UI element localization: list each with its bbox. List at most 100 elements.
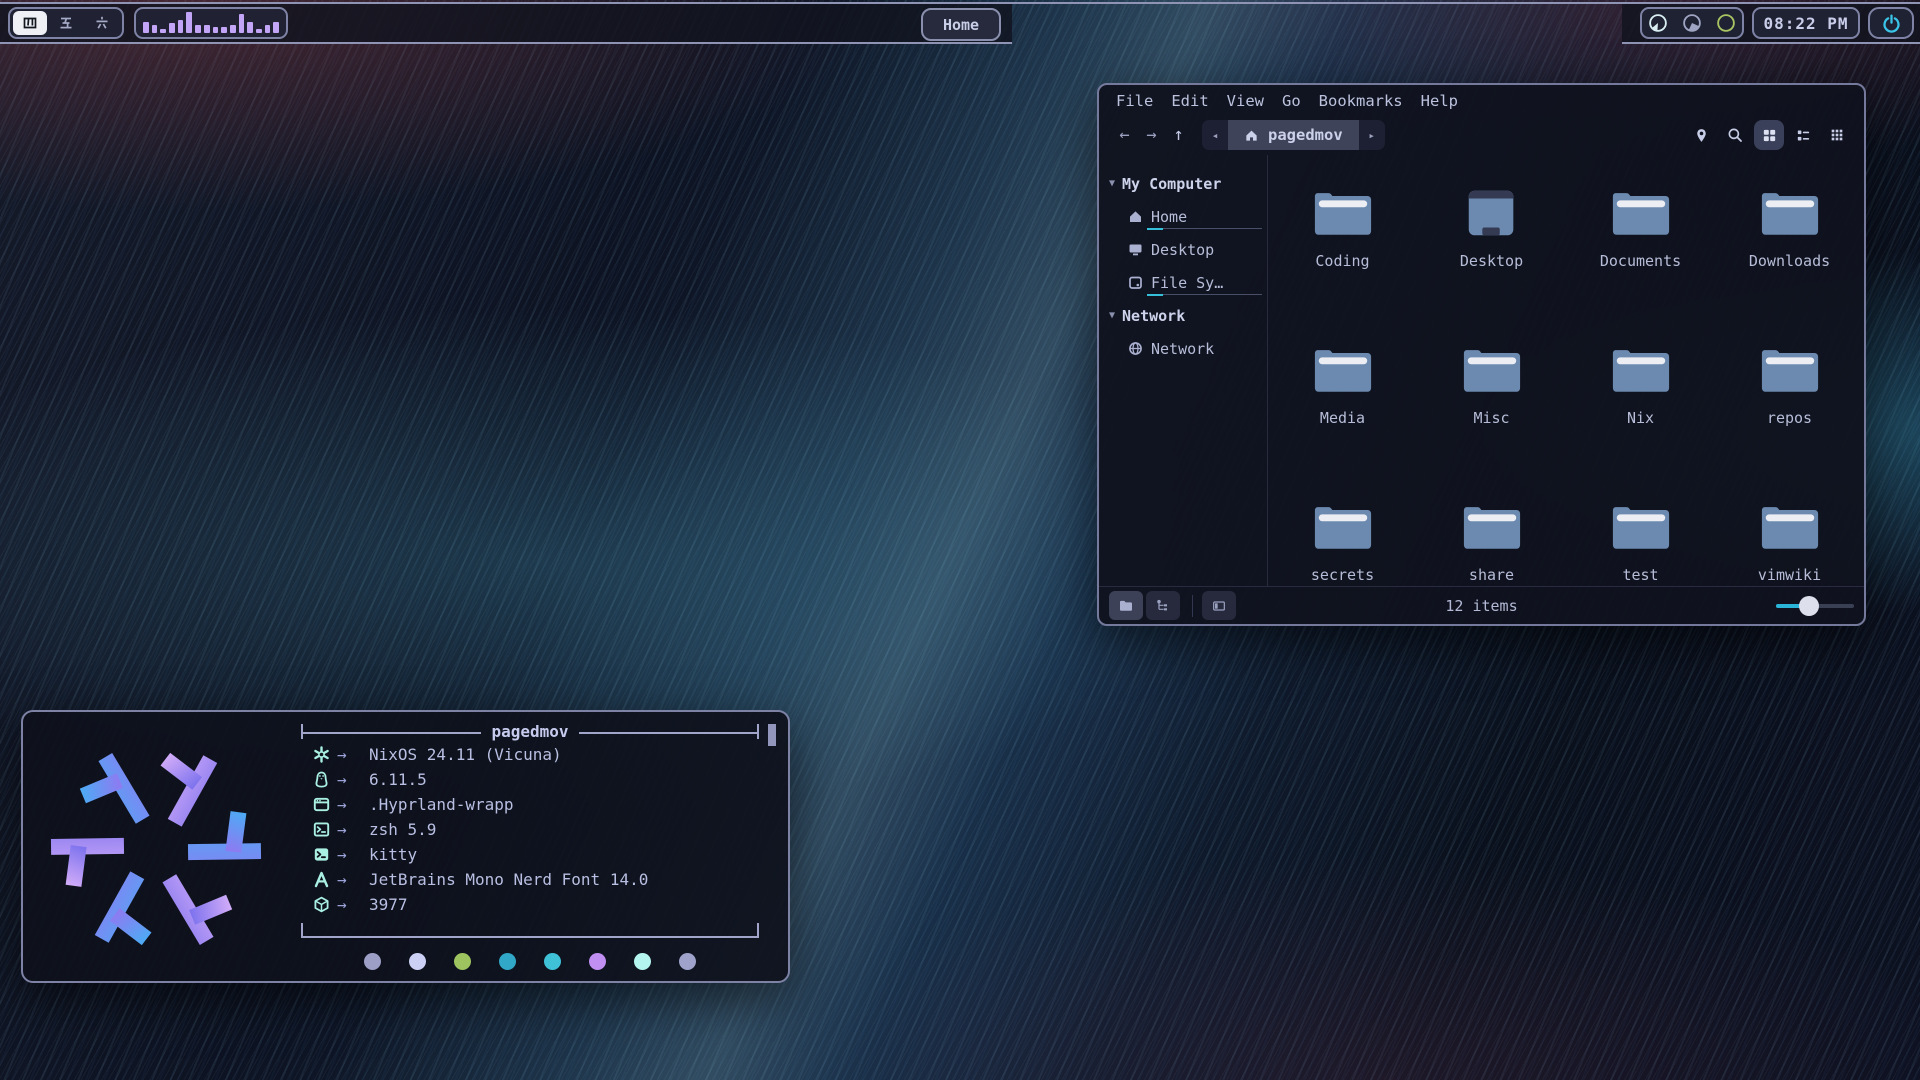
statusbar: 12 items (1099, 586, 1864, 624)
folder-nix[interactable]: Nix (1566, 345, 1715, 502)
folder-icon (1759, 188, 1821, 238)
folder-icon (1461, 345, 1523, 395)
fastfetch-row: →kitty (301, 842, 759, 867)
folder-secrets[interactable]: secrets (1268, 502, 1417, 659)
folder-label: Desktop (1460, 252, 1523, 270)
icon-view-button[interactable] (1754, 120, 1784, 150)
arrow-icon: → (337, 770, 369, 789)
folder-repos[interactable]: repos (1715, 345, 1864, 502)
home-icon (1244, 128, 1259, 143)
folder-test[interactable]: test (1566, 502, 1715, 659)
folder-downloads[interactable]: Downloads (1715, 188, 1864, 345)
sidebar-section-my-computer[interactable]: ▼My Computer (1099, 167, 1267, 200)
fastfetch-host-title: pagedmov (491, 723, 568, 741)
sidebar-item-network[interactable]: Network (1099, 332, 1267, 365)
visualizer-bar (195, 25, 201, 33)
fastfetch-row: →NixOS 24.11 (Vicuna) (301, 742, 759, 767)
menu-edit[interactable]: Edit (1162, 91, 1217, 111)
power-icon (1881, 13, 1902, 34)
visualizer-bar (265, 25, 271, 33)
list-view-button[interactable] (1788, 120, 1818, 150)
folder-label: share (1469, 566, 1514, 584)
menu-view[interactable]: View (1218, 91, 1273, 111)
folder-icon (1759, 345, 1821, 395)
workspace-1[interactable] (13, 11, 47, 35)
arrow-icon: → (337, 870, 369, 889)
back-button[interactable]: ← (1111, 125, 1138, 145)
visualizer-bar (169, 23, 175, 33)
palette-dot (499, 953, 516, 970)
menu-help[interactable]: Help (1412, 91, 1467, 111)
folder-misc[interactable]: Misc (1417, 345, 1566, 502)
palette-dot (679, 953, 696, 970)
folder-pane-icon (1118, 598, 1134, 614)
forward-button[interactable]: → (1138, 125, 1165, 145)
folder-icon (1759, 502, 1821, 552)
path-prev-button[interactable]: ◂ (1202, 120, 1228, 150)
window-icon (313, 796, 337, 813)
folder-icon (1312, 502, 1374, 552)
compact-view-button[interactable] (1822, 120, 1852, 150)
list-view-icon (1795, 127, 1812, 144)
slider-handle[interactable] (1799, 596, 1819, 616)
nixos-logo (39, 732, 273, 966)
menu-go[interactable]: Go (1273, 91, 1310, 111)
file-manager-window: FileEditViewGoBookmarksHelp ← → ↑ ◂ page… (1097, 83, 1866, 626)
folder-share[interactable]: share (1417, 502, 1566, 659)
folder-label: Nix (1627, 409, 1654, 427)
fastfetch-value: kitty (369, 845, 417, 864)
shell-icon (313, 821, 337, 838)
font-icon (313, 871, 337, 888)
toolbar-view-controls (1686, 120, 1852, 150)
icon-zoom-slider[interactable] (1776, 596, 1854, 616)
gauge-3 (1715, 12, 1737, 34)
fastfetch-output: pagedmov →NixOS 24.11 (Vicuna)→6.11.5→.H… (301, 724, 759, 970)
up-button[interactable]: ↑ (1165, 125, 1192, 145)
folder-documents[interactable]: Documents (1566, 188, 1715, 345)
folder-icon (1461, 502, 1523, 552)
folder-vimwiki[interactable]: vimwiki (1715, 502, 1864, 659)
workspace-2[interactable] (49, 11, 83, 35)
sidebar-section-network[interactable]: ▼Network (1099, 299, 1267, 332)
folder-coding[interactable]: Coding (1268, 188, 1417, 345)
audio-visualizer (134, 7, 288, 39)
path-next-button[interactable]: ▸ (1359, 120, 1385, 150)
fastfetch-value: NixOS 24.11 (Vicuna) (369, 745, 562, 764)
menu-bookmarks[interactable]: Bookmarks (1310, 91, 1412, 111)
sidebar-item-desktop[interactable]: Desktop (1099, 233, 1267, 266)
gauge-2 (1681, 12, 1703, 34)
folder-label: Misc (1473, 409, 1509, 427)
drive-icon (1128, 275, 1143, 290)
visualizer-bar (256, 29, 262, 33)
search-button[interactable] (1720, 120, 1750, 150)
visualizer-bar (273, 22, 279, 34)
visualizer-bar (221, 27, 227, 33)
collapse-arrow-icon: ▼ (1109, 178, 1115, 189)
folder-media[interactable]: Media (1268, 345, 1417, 502)
terminal-color-palette (301, 953, 759, 970)
visualizer-bar (152, 25, 158, 33)
visualizer-bar (230, 25, 236, 33)
sidebar-item-home[interactable]: Home (1099, 200, 1267, 233)
system-gauges (1640, 7, 1744, 39)
arrow-icon: → (337, 845, 369, 864)
power-button[interactable] (1868, 7, 1914, 39)
location-pin-button[interactable] (1686, 120, 1716, 150)
visualizer-bar (160, 29, 166, 33)
fastfetch-value: JetBrains Mono Nerd Font 14.0 (369, 870, 648, 889)
tree-pane-button[interactable] (1146, 591, 1180, 620)
toolbar: ← → ↑ ◂ pagedmov ▸ (1099, 115, 1864, 155)
folder-desktop[interactable]: Desktop (1417, 188, 1566, 345)
nix-snowflake-icon (313, 746, 337, 763)
toggle-sidepane-button[interactable] (1202, 591, 1236, 620)
fastfetch-row: →zsh 5.9 (301, 817, 759, 842)
desktop-icon (1461, 188, 1523, 238)
fastfetch-value: .Hyprland-wrapp (369, 795, 514, 814)
path-current-location[interactable]: pagedmov (1228, 120, 1359, 150)
workspace-3[interactable] (85, 11, 119, 35)
menu-file[interactable]: File (1107, 91, 1162, 111)
sidebar-item-filesy[interactable]: File Sy… (1099, 266, 1267, 299)
folder-label: repos (1767, 409, 1812, 427)
places-pane-button[interactable] (1109, 591, 1143, 620)
terminal-cursor (768, 724, 776, 746)
